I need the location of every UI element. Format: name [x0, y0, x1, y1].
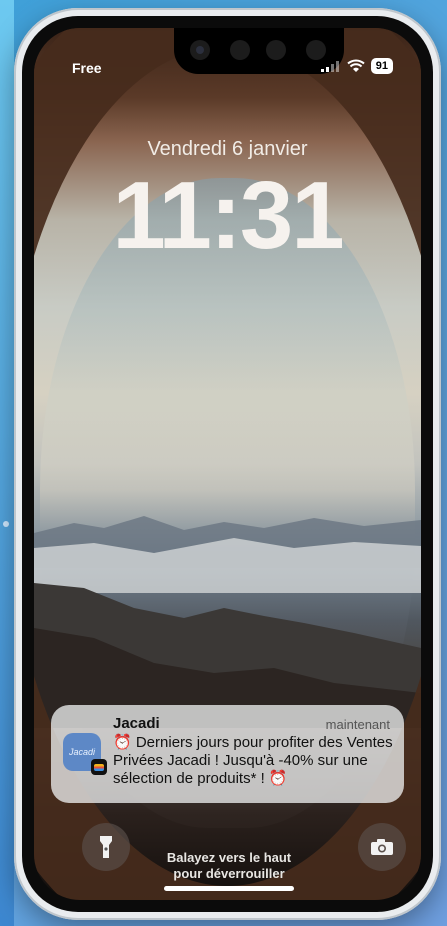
home-indicator[interactable]: [164, 886, 294, 891]
carrier-label: Free: [72, 60, 102, 76]
sensor-icons: [190, 40, 326, 60]
mountain-landscape: [34, 516, 421, 728]
camera-button[interactable]: [358, 823, 406, 871]
status-icons: 91: [320, 58, 393, 74]
battery-indicator: 91: [370, 58, 393, 74]
flashlight-button[interactable]: [82, 823, 130, 871]
dynamic-notch: [174, 28, 344, 74]
lock-screen: Free 91 Vendredi 6 janvier 11:31 Jacadi …: [34, 28, 421, 900]
signal-icon: [320, 61, 339, 72]
flashlight-icon: [100, 836, 112, 858]
unlock-hint-line2: pour déverrouiller: [173, 866, 285, 881]
background-dot: [3, 521, 9, 527]
unlock-hint: Balayez vers le haut pour déverrouiller: [134, 850, 324, 882]
lock-time: 11:31: [112, 162, 344, 269]
camera-icon: [371, 839, 393, 855]
notification-body: ⏰ Derniers jours pour profiter des Vente…: [113, 734, 393, 787]
background-accent-strip: [0, 0, 14, 926]
wifi-icon: [347, 59, 365, 72]
unlock-hint-line1: Balayez vers le haut: [166, 850, 292, 865]
notification-app-name: Jacadi: [113, 715, 160, 732]
lock-date: Vendredi 6 janvier: [147, 138, 308, 160]
phone-frame: Free 91 Vendredi 6 janvier 11:31 Jacadi …: [14, 8, 441, 920]
notification-card[interactable]: Jacadi Jacadi maintenant ⏰ Derniers jour…: [51, 705, 404, 803]
notification-time: maintenant: [325, 717, 390, 732]
app-icon-label: Jacadi: [68, 747, 95, 757]
wallet-icon: [91, 759, 107, 775]
phone-bezel: Free 91 Vendredi 6 janvier 11:31 Jacadi …: [22, 16, 433, 912]
